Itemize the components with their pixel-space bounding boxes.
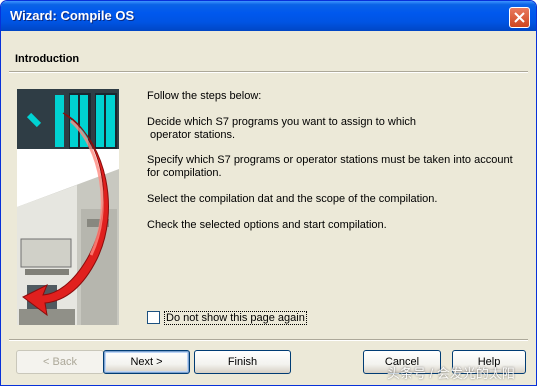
wizard-window: Wizard: Compile OS Introduction Follow t… — [0, 0, 537, 386]
wizard-illustration — [17, 89, 119, 325]
dont-show-again-label[interactable]: Do not show this page again — [164, 311, 307, 325]
watermark-text: 头条号 / 会发光的太阳 — [387, 366, 515, 381]
close-button[interactable] — [509, 7, 530, 28]
step-1-text: Decide which S7 programs you want to ass… — [147, 116, 417, 141]
step-2-text: Specify which S7 programs or operator st… — [147, 154, 513, 179]
dont-show-again-checkbox[interactable] — [147, 311, 160, 324]
close-icon — [514, 12, 525, 23]
header-divider — [9, 71, 528, 73]
intro-text: Follow the steps below: — [147, 90, 262, 102]
step-4-text: Check the selected options and start com… — [147, 219, 387, 231]
back-button[interactable]: < Back — [16, 350, 104, 374]
title-bar[interactable]: Wizard: Compile OS — [1, 1, 536, 31]
finish-button[interactable]: Finish — [194, 350, 291, 374]
step-3-text: Select the compilation dat and the scope… — [147, 193, 438, 205]
next-button[interactable]: Next > — [103, 350, 190, 374]
section-title: Introduction — [15, 53, 80, 65]
footer-divider — [9, 339, 528, 341]
compile-illustration-icon — [17, 89, 119, 325]
window-title: Wizard: Compile OS — [10, 8, 135, 23]
